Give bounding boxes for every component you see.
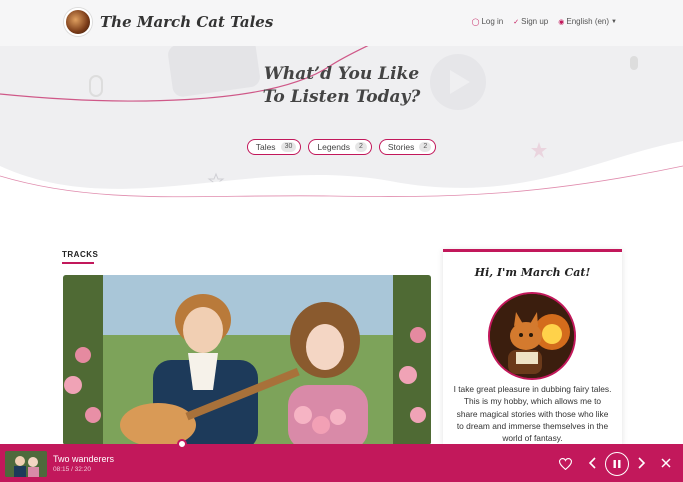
logo-avatar xyxy=(64,8,92,36)
chip-tales[interactable]: Tales 30 xyxy=(246,139,302,155)
thumbnail-illustration xyxy=(5,451,47,477)
login-link[interactable]: ◯ Log in xyxy=(472,17,504,26)
next-icon[interactable] xyxy=(635,456,649,470)
logo[interactable]: The March Cat Tales xyxy=(64,8,273,36)
player-track-title: Two wanderers xyxy=(53,454,115,464)
about-card: Hi, I'm March Cat! I take great pleasure… xyxy=(443,249,622,445)
user-icon: ◯ xyxy=(471,18,480,26)
track-cover-image[interactable] xyxy=(63,275,431,445)
about-avatar xyxy=(488,292,576,380)
player-thumbnail[interactable] xyxy=(5,451,47,477)
chip-label: Tales xyxy=(255,142,276,152)
globe-icon: ◉ xyxy=(558,18,565,26)
caret-down-icon: ▼ xyxy=(611,18,617,25)
chip-label: Legends xyxy=(317,142,350,152)
player-time: 08:15 / 32:20 xyxy=(53,466,91,473)
about-card-title: Hi, I'm March Cat! xyxy=(474,266,591,279)
tracks-heading: TRACKS xyxy=(62,250,99,264)
audio-player: Two wanderers 08:15 / 32:20 xyxy=(0,444,683,482)
site-header: The March Cat Tales ◯ Log in ✓ Sign up ◉ En… xyxy=(0,0,683,46)
pause-icon[interactable] xyxy=(605,452,629,476)
track-illustration xyxy=(63,275,431,445)
chip-count: 30 xyxy=(280,142,297,152)
hero: What’d You Like To Listen Today? Tales 30… xyxy=(0,46,683,226)
chip-count: 2 xyxy=(419,142,432,152)
progress-knob[interactable] xyxy=(177,439,187,449)
chip-count: 2 xyxy=(354,142,367,152)
hero-title-line1: What’d You Like xyxy=(263,64,420,84)
chip-label: Stories xyxy=(387,142,415,152)
signup-icon: ✓ xyxy=(513,18,520,26)
top-nav: ◯ Log in ✓ Sign up ◉ English (en) ▼ xyxy=(472,17,617,26)
signup-link[interactable]: ✓ Sign up xyxy=(513,17,548,26)
close-icon[interactable] xyxy=(659,456,673,470)
heart-icon[interactable] xyxy=(558,457,572,471)
language-label: English (en) xyxy=(566,17,610,26)
hero-title-line2: To Listen Today? xyxy=(262,87,421,107)
about-card-bio: I take great pleasure in dubbing fairy t… xyxy=(453,384,612,444)
language-selector[interactable]: ◉ English (en) ▼ xyxy=(558,17,617,26)
login-label: Log in xyxy=(481,17,504,26)
prev-icon[interactable] xyxy=(585,456,599,470)
chip-stories[interactable]: Stories 2 xyxy=(378,139,437,155)
site-title[interactable]: The March Cat Tales xyxy=(100,13,273,31)
chip-legends[interactable]: Legends 2 xyxy=(308,139,372,155)
signup-label: Sign up xyxy=(521,17,549,26)
category-chips: Tales 30 Legends 2 Stories 2 xyxy=(0,139,683,155)
cat-illustration xyxy=(490,294,574,378)
